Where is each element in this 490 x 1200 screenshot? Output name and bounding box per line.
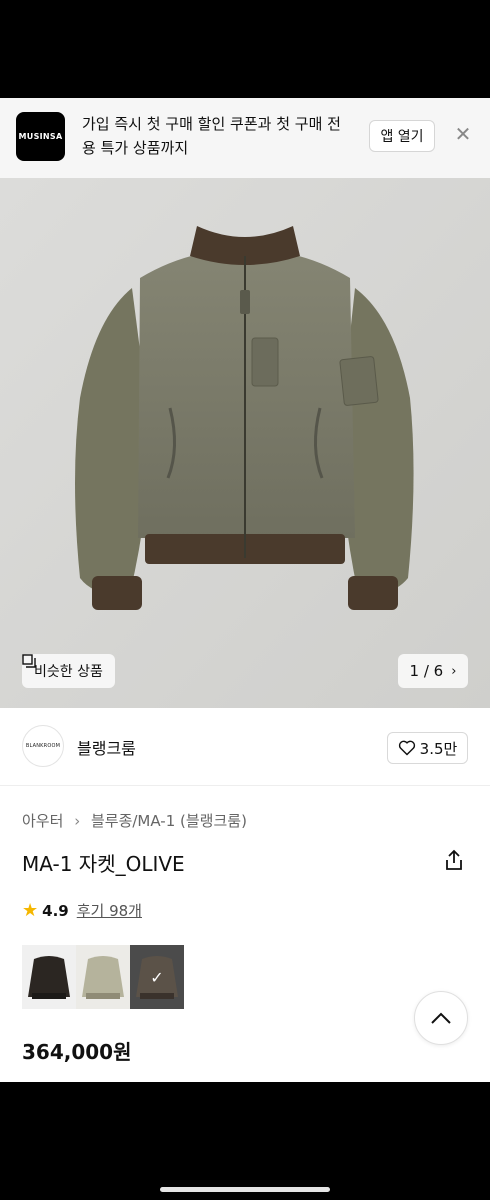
app-install-banner[interactable]: MUSINSA 가입 즉시 첫 구매 할인 쿠폰과 첫 구매 전용 특가 상품까… <box>0 98 490 178</box>
check-icon: ✓ <box>150 967 164 987</box>
close-icon[interactable]: ✕ <box>452 122 474 146</box>
rating-row: ★ 4.9 후기 98개 <box>22 900 142 921</box>
color-variant-black[interactable] <box>22 945 76 1009</box>
product-price: 364,000원 <box>22 1040 132 1064</box>
chevron-right-icon: › <box>451 663 457 679</box>
product-title: MA-1 자켓_OLIVE <box>22 852 185 876</box>
breadcrumb-separator-icon: › <box>74 812 81 830</box>
brand-row[interactable]: BLANKROOM 블랭크룸 3.5만 <box>0 708 490 786</box>
brand-logo[interactable]: BLANKROOM <box>22 725 64 767</box>
rating-score: 4.9 <box>42 901 69 920</box>
scroll-to-top-button[interactable] <box>414 991 468 1045</box>
reviews-link[interactable]: 후기 98개 <box>77 900 142 921</box>
similar-items-label: 비슷한 상품 <box>34 664 103 680</box>
musinsa-logo: MUSINSA <box>16 112 65 161</box>
home-indicator <box>160 1187 330 1192</box>
variant-thumbnail <box>28 956 70 999</box>
heart-icon <box>398 740 415 756</box>
product-info-section: BLANKROOM 블랭크룸 3.5만 아우터 › 블루종/MA-1 (블랭크룸… <box>0 708 490 1082</box>
similar-items-icon <box>22 654 36 668</box>
chevron-up-icon <box>431 1012 451 1024</box>
banner-message: 가입 즉시 첫 구매 할인 쿠폰과 첫 구매 전용 특가 상품까지 <box>82 115 341 157</box>
like-count: 3.5만 <box>419 739 458 758</box>
breadcrumb-item-outer[interactable]: 아우터 <box>22 812 63 830</box>
color-variant-khaki[interactable] <box>76 945 130 1009</box>
product-image-gallery[interactable]: 비슷한 상품 1 / 6 › <box>0 178 490 708</box>
product-image <box>0 178 490 708</box>
breadcrumb-item-category[interactable]: 블루종/MA-1 (블랭크룸) <box>91 812 247 830</box>
star-icon: ★ <box>22 900 39 921</box>
breadcrumb: 아우터 › 블루종/MA-1 (블랭크룸) <box>22 810 247 831</box>
similar-items-button[interactable]: 비슷한 상품 <box>22 654 115 688</box>
image-pager[interactable]: 1 / 6 › <box>398 654 468 688</box>
like-button[interactable]: 3.5만 <box>387 732 468 764</box>
pager-text: 1 / 6 <box>409 662 444 680</box>
variant-thumbnail <box>82 956 124 999</box>
status-bar-area <box>0 0 490 98</box>
color-variant-olive-selected[interactable]: ✓ <box>130 945 184 1009</box>
brand-name[interactable]: 블랭크룸 <box>77 735 136 759</box>
open-app-button[interactable]: 앱 열기 <box>369 120 435 152</box>
color-variant-list: ✓ <box>22 945 184 1009</box>
share-icon[interactable] <box>443 849 465 871</box>
